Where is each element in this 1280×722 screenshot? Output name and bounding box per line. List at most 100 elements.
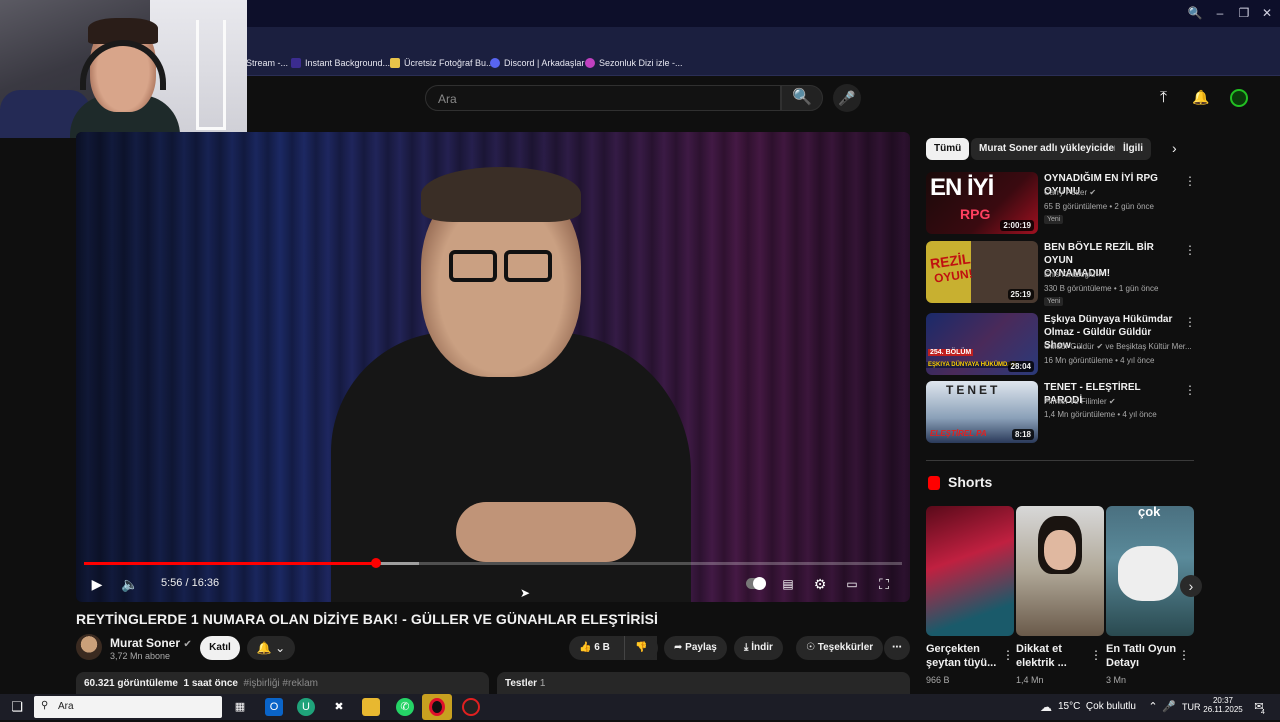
subtitles-icon[interactable]: ▤ (777, 573, 799, 595)
mouse-cursor: ➤ (520, 586, 531, 600)
search-input[interactable]: Ara (425, 85, 781, 111)
short-thumbnail-text: çok (1138, 506, 1161, 519)
microphone-icon[interactable]: 🎤 (1160, 698, 1178, 716)
duration-badge: 25:19 (1007, 289, 1034, 300)
download-icon: ⤓ (744, 642, 749, 653)
system-clock[interactable]: 20:37 26.11.2025 (1203, 696, 1243, 714)
bookmark-discord[interactable]: Discord | Arkadaşlar (490, 58, 584, 68)
recommendation-channel[interactable]: Carry Potter ✔ (1044, 188, 1096, 197)
thumbs-up-icon: 👍 (579, 642, 592, 653)
time-display: 5:56 / 16:36 (161, 577, 220, 589)
whatsapp-icon[interactable]: ✆ (396, 698, 414, 716)
recommendation-item[interactable]: TENET ELEŞTİREL PA 8:18 TENET - ELEŞTİRE… (926, 381, 1196, 443)
shorts-next-button[interactable]: › (1180, 575, 1202, 597)
short-thumbnail[interactable] (926, 506, 1014, 636)
video-progress-bar[interactable] (84, 558, 902, 568)
share-button[interactable]: ➦ Paylaş (664, 636, 727, 660)
progress-scrubber[interactable] (371, 558, 382, 568)
short-title[interactable]: Dikkat et elektrik ... (1016, 642, 1067, 670)
more-options-icon[interactable]: ⋮ (1002, 648, 1014, 662)
bookmark-stream[interactable]: Stream -... (246, 58, 288, 68)
outlook-icon[interactable]: O (265, 698, 283, 716)
join-button[interactable]: Katıl (200, 636, 240, 660)
close-button[interactable]: ✕ (1259, 5, 1275, 21)
thanks-button[interactable]: ☉ Teşekkürler (796, 636, 884, 660)
more-options-icon[interactable]: ⋮ (1184, 383, 1196, 397)
capcut-icon[interactable]: ✖ (330, 698, 348, 716)
short-thumbnail[interactable] (1016, 506, 1104, 636)
channel-avatar[interactable] (76, 634, 102, 660)
recommendation-channel[interactable]: Filmler ve Filimler ✔ (1044, 397, 1116, 406)
recommendation-item[interactable]: 254. BÖLÜM EŞKIYA DÜNYAYA HÜKÜMDAR 28:04… (926, 313, 1196, 375)
short-title[interactable]: En Tatlı Oyun Detayı (1106, 642, 1176, 670)
bookmark-ucretsiz-fotograf[interactable]: Ücretsiz Fotoğraf Bu... (390, 58, 494, 68)
search-button[interactable]: 🔍 (781, 85, 823, 111)
recommendation-channel[interactable]: Güldür Güldür ✔ ve Beşiktaş Kültür Mer..… (1044, 342, 1192, 351)
more-options-icon[interactable]: ⋮ (1184, 315, 1196, 329)
language-indicator[interactable]: TUR (1182, 702, 1201, 712)
task-view-icon[interactable]: ▦ (231, 698, 249, 716)
opera-gx-active-tab[interactable] (422, 694, 452, 720)
verified-icon: ✔ (1096, 342, 1104, 351)
short-title[interactable]: Gerçekten şeytan tüyü... (926, 642, 996, 670)
autoplay-toggle[interactable] (746, 577, 766, 590)
chip-from-uploader[interactable]: Murat Soner adlı yükleyiciden (971, 138, 1129, 160)
notification-count: 4 (1261, 709, 1265, 716)
account-avatar[interactable] (1230, 89, 1248, 107)
subscription-bell-button[interactable]: 🔔 ⌄ (247, 636, 295, 660)
duration-badge: 28:04 (1007, 361, 1034, 372)
video-thumbnail[interactable]: 254. BÖLÜM EŞKIYA DÜNYAYA HÜKÜMDAR 28:04 (926, 313, 1038, 375)
thumbnail-text: EN İYİ (930, 174, 994, 201)
more-options-icon[interactable]: ⋮ (1184, 174, 1196, 188)
microphone-icon[interactable]: 🎤 (833, 84, 861, 112)
file-explorer-icon[interactable] (362, 698, 380, 716)
short-person-face (1044, 530, 1076, 570)
theater-mode-icon[interactable]: ▭ (841, 573, 863, 595)
chip-related[interactable]: İlgili (1115, 138, 1151, 160)
webcam-shelf (196, 20, 226, 130)
thumbnail-subtext: ELEŞTİREL PA (930, 429, 987, 438)
recording-app-icon[interactable] (462, 698, 480, 716)
volume-icon[interactable]: 🔈 (119, 573, 141, 595)
weather-widget[interactable]: 15°C Çok bulutlu (1058, 701, 1136, 712)
more-actions-button[interactable]: ⋯ (884, 636, 910, 660)
app-u-icon[interactable]: U (297, 698, 315, 716)
bookmark-sezonluk-dizi[interactable]: Sezonluk Dizi izle -... (585, 58, 683, 68)
recommendation-item[interactable]: EN İYİ RPG 2:00:19 OYNADIĞIM EN İYİ RPG … (926, 172, 1196, 234)
hashtags[interactable]: #işbirliği #reklam (244, 678, 318, 689)
video-thumbnail[interactable]: EN İYİ RPG 2:00:19 (926, 172, 1038, 234)
video-person-glasses-right (504, 250, 552, 282)
settings-gear-icon[interactable]: ⚙ (809, 573, 831, 595)
thumbs-down-icon: 👎 (635, 642, 648, 653)
video-thumbnail[interactable]: REZİL OYUN! 25:19 (926, 241, 1038, 303)
bookmark-instant-background[interactable]: Instant Background... (291, 58, 390, 68)
video-thumbnail[interactable]: TENET ELEŞTİREL PA 8:18 (926, 381, 1038, 443)
verified-icon: ✔ (1089, 188, 1097, 197)
bookmark-favicon (585, 58, 595, 68)
chip-all[interactable]: Tümü (926, 138, 970, 160)
more-options-icon[interactable]: ⋮ (1184, 243, 1196, 257)
fullscreen-icon[interactable]: ⛶ (873, 573, 895, 595)
recommendation-item[interactable]: REZİL OYUN! 25:19 BEN BÖYLE REZİL BİR OY… (926, 241, 1196, 306)
view-count: 60.321 görüntüleme (84, 678, 178, 689)
restore-button[interactable]: ❐ (1236, 5, 1252, 21)
channel-name[interactable]: Murat Soner ✔ (110, 636, 192, 650)
short-thumbnail[interactable]: çok (1106, 506, 1194, 636)
search-icon[interactable]: 🔍 (1187, 5, 1203, 21)
more-options-icon[interactable]: ⋮ (1178, 648, 1190, 662)
upload-icon[interactable]: ⤒ (1160, 89, 1167, 107)
dislike-button[interactable]: 👎 (624, 636, 658, 660)
progress-played (84, 562, 377, 565)
recommendation-channel[interactable]: Enis Kirazoglu ✔ (1044, 270, 1104, 279)
play-button[interactable]: ▶ (86, 573, 108, 595)
windows-start-icon[interactable]: ❏ (8, 698, 26, 716)
short-views: 3 Mn (1106, 675, 1127, 685)
more-options-icon[interactable]: ⋮ (1090, 648, 1102, 662)
notification-center-icon[interactable]: ✉ 4 (1250, 698, 1268, 716)
video-player[interactable]: ▶ 🔈 5:56 / 16:36 ▤ ⚙ ▭ ⛶ (76, 132, 910, 602)
taskbar-search-input[interactable]: ⚲ Ara (34, 696, 222, 718)
download-button[interactable]: ⤓ İndir (734, 636, 783, 660)
notifications-bell-icon[interactable]: 🔔 (1192, 89, 1209, 106)
minimize-button[interactable]: – (1212, 5, 1228, 21)
chevron-right-icon[interactable]: › (1172, 140, 1177, 156)
